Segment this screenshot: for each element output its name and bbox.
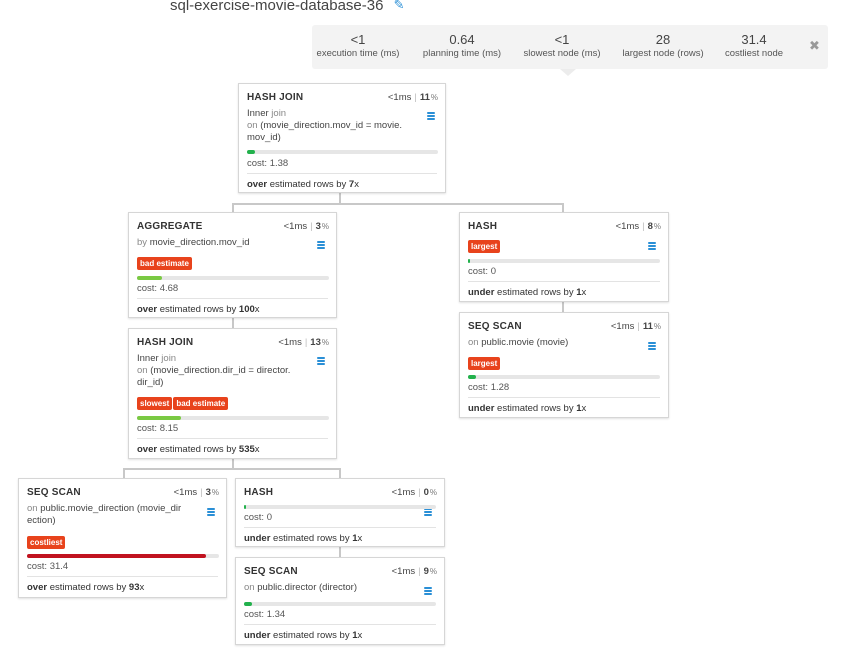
tag-largest: largest: [468, 240, 501, 253]
node-type: HASH: [244, 487, 274, 498]
cost-bar-fill: [244, 602, 252, 606]
tag-costliest: costliest: [27, 536, 66, 549]
node-cost: cost: 1.38: [247, 158, 289, 169]
node-tags: bad estimate: [137, 253, 193, 271]
row-estimate: over estimated rows by 100x: [137, 298, 328, 315]
row-estimate: over estimated rows by 7x: [247, 173, 437, 190]
node-type: SEQ SCAN: [468, 321, 522, 332]
plan-node-seq-scan-movie[interactable]: SEQ SCAN <1ms | 11% on public.movie (movie…: [459, 312, 669, 418]
tag-slowest: slowest: [137, 397, 173, 410]
cost-bar: [27, 554, 219, 558]
cost-bar-fill: [468, 375, 476, 379]
cost-bar: [247, 150, 438, 154]
tag-bad-estimate: bad estimate: [173, 397, 229, 410]
row-estimate: over estimated rows by 535x: [137, 438, 328, 455]
database-icon: [424, 587, 432, 597]
node-relation: on public.movie (movie): [468, 337, 569, 348]
node-timing: <1ms | 9%: [391, 566, 437, 577]
node-type: HASH: [468, 221, 498, 232]
node-tags: largest: [468, 236, 501, 254]
cost-bar: [468, 259, 660, 263]
node-cost: cost: 1.28: [468, 382, 510, 393]
database-icon: [424, 508, 432, 518]
cost-bar-fill: [244, 505, 246, 509]
node-join-description: Inner join on (movie_direction.dir_id = …: [137, 353, 291, 388]
node-cost: cost: 31.4: [27, 561, 69, 572]
database-icon: [427, 112, 435, 122]
database-icon: [648, 342, 656, 352]
database-icon: [648, 242, 656, 252]
node-join-description: Inner join on (movie_direction.mov_id = …: [247, 108, 402, 143]
row-estimate: under estimated rows by 1x: [244, 624, 436, 641]
node-type: SEQ SCAN: [244, 566, 298, 577]
plan-node-hash-join-top[interactable]: HASH JOIN <1ms | 11% Inner join on (movie_…: [238, 83, 446, 193]
plan-node-hash-join-mid[interactable]: HASH JOIN <1ms | 13% Inner join on (movie_…: [128, 328, 337, 459]
database-icon: [317, 357, 325, 367]
plan-node-aggregate[interactable]: AGGREGATE <1ms | 3% by movie_direction.mov…: [128, 212, 337, 318]
plan-node-seq-scan-director[interactable]: SEQ SCAN <1ms | 9% on public.director (dir…: [235, 557, 445, 645]
plan-node-hash-left[interactable]: HASH <1ms | 0% cost: 0 under estimated row…: [235, 478, 445, 547]
node-cost: cost: 0: [468, 266, 496, 277]
node-cost: cost: 0: [244, 512, 272, 523]
cost-bar-fill: [137, 276, 162, 280]
cost-bar-fill: [27, 554, 206, 558]
node-timing: <1ms | 11%: [610, 321, 661, 332]
cost-bar: [244, 602, 436, 606]
node-cost: cost: 8.15: [137, 423, 179, 434]
cost-bar: [468, 375, 660, 379]
node-type: HASH JOIN: [137, 337, 194, 348]
node-relation: on public.director (director): [244, 582, 358, 593]
plan-node-hash-right[interactable]: HASH <1ms | 8% largest cost: 0 under estim…: [459, 212, 669, 302]
node-timing: <1ms | 13%: [278, 337, 329, 348]
node-tags: costliest: [27, 532, 66, 550]
node-tags: largest: [468, 353, 501, 371]
node-type: AGGREGATE: [137, 221, 203, 232]
cost-bar: [137, 276, 329, 280]
node-type: SEQ SCAN: [27, 487, 81, 498]
plan-node-seq-scan-movie-direction[interactable]: SEQ SCAN <1ms | 3% on public.movie_directi…: [18, 478, 227, 598]
node-cost: cost: 1.34: [244, 609, 286, 620]
node-timing: <1ms | 11%: [387, 92, 438, 103]
node-timing: <1ms | 3%: [283, 221, 329, 232]
node-timing: <1ms | 0%: [391, 487, 437, 498]
cost-bar-fill: [247, 150, 255, 154]
row-estimate: over estimated rows by 93x: [27, 576, 218, 593]
node-timing: <1ms | 3%: [173, 487, 219, 498]
row-estimate: under estimated rows by 1x: [468, 397, 660, 414]
cost-bar: [244, 505, 436, 509]
node-group-description: by movie_direction.mov_id: [137, 237, 250, 248]
tag-largest: largest: [468, 357, 501, 370]
database-icon: [207, 508, 215, 518]
node-timing: <1ms | 8%: [615, 221, 661, 232]
cost-bar: [137, 416, 329, 420]
node-relation: on public.movie_direction (movie_dir ect…: [27, 503, 182, 526]
row-estimate: under estimated rows by 1x: [244, 527, 436, 544]
row-estimate: under estimated rows by 1x: [468, 281, 660, 298]
node-tags: slowest bad estimate: [137, 393, 229, 411]
tag-bad-estimate: bad estimate: [137, 257, 192, 270]
node-cost: cost: 4.68: [137, 283, 179, 294]
database-icon: [317, 241, 325, 251]
cost-bar-fill: [468, 259, 470, 263]
node-type: HASH JOIN: [247, 92, 304, 103]
cost-bar-fill: [137, 416, 182, 420]
